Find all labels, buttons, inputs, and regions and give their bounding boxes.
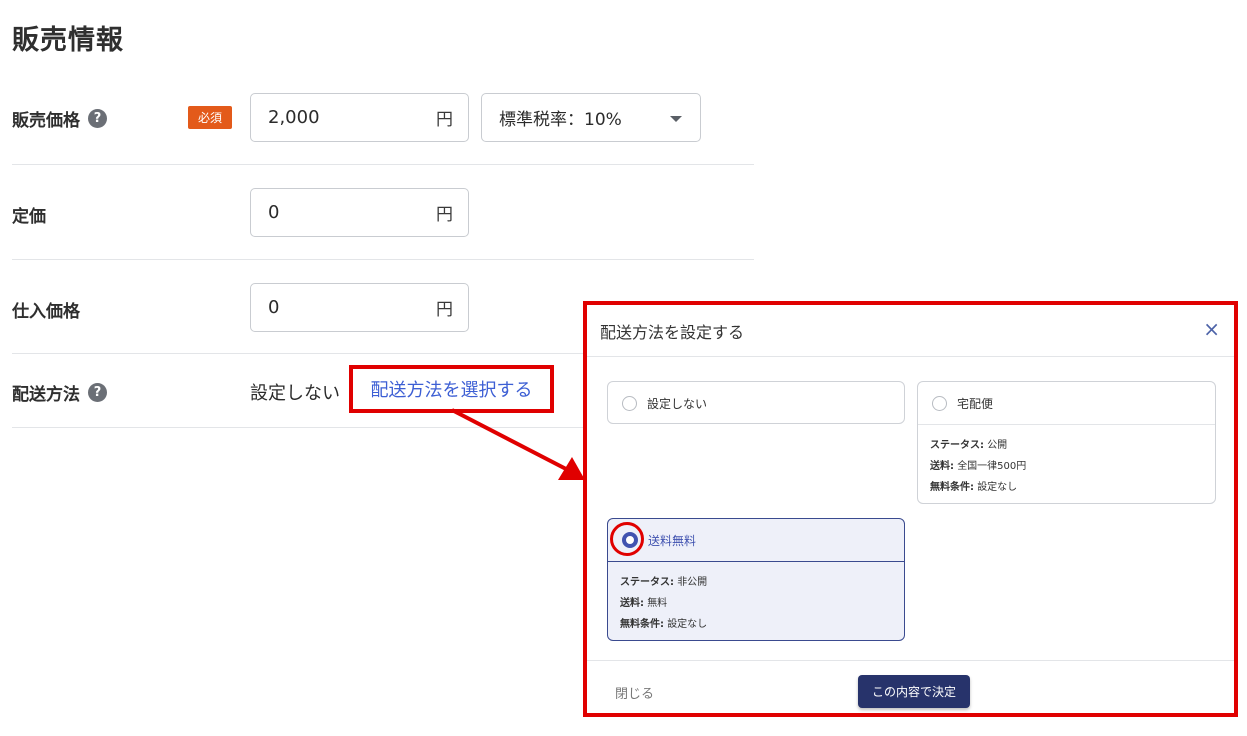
shipping-option-free[interactable]: 送料無料 ステータス: 非公開 送料: 無料 無料条件: 設定なし	[607, 518, 905, 641]
fee-value: 無料	[647, 598, 668, 609]
shipping-option-takuhaibin[interactable]: 宅配便 ステータス: 公開 送料: 全国一律500円 無料条件: 設定なし	[917, 381, 1216, 504]
sale-price-input[interactable]: 2,000 円	[250, 93, 469, 142]
option-head: 設定しない	[608, 382, 904, 424]
free-condition-label: 無料条件:	[930, 482, 974, 493]
shipping-label: 配送方法 ?	[12, 380, 107, 405]
free-condition-value: 設定なし	[667, 619, 708, 630]
option-fee: 送料: 無料	[620, 593, 892, 614]
section-title: 販売情報	[12, 25, 124, 56]
option-head: 送料無料	[608, 519, 904, 561]
shipping-modal-highlight: 配送方法を設定する × 設定しない 宅配便 ステータス: 公開 送料: 全国一律…	[583, 301, 1238, 717]
shipping-label-text: 配送方法	[12, 385, 80, 405]
fee-label: 送料:	[930, 461, 954, 472]
option-details: ステータス: 非公開 送料: 無料 無料条件: 設定なし	[608, 561, 904, 645]
option-free-condition: 無料条件: 設定なし	[930, 477, 1203, 498]
confirm-button[interactable]: この内容で決定	[858, 675, 970, 708]
shipping-option-none[interactable]: 設定しない	[607, 381, 905, 424]
radio-icon[interactable]	[622, 395, 637, 411]
tax-rate-value: 標準税率：10%	[499, 110, 622, 130]
option-fee: 送料: 全国一律500円	[930, 456, 1203, 477]
modal-header: 配送方法を設定する ×	[587, 305, 1234, 357]
fee-label: 送料:	[620, 598, 644, 609]
shipping-current-value: 設定しない	[250, 383, 340, 404]
status-value: 公開	[987, 440, 1008, 451]
option-free-condition: 無料条件: 設定なし	[620, 614, 892, 635]
option-head: 宅配便	[918, 382, 1215, 424]
modal-footer: 閉じる この内容で決定	[587, 660, 1234, 713]
annotation-arrow	[451, 408, 585, 480]
tax-rate-select[interactable]: 標準税率：10%	[481, 93, 701, 142]
list-price-input[interactable]: 0 円	[250, 188, 469, 237]
sale-price-label: 販売価格 ?	[12, 106, 107, 131]
status-label: ステータス:	[930, 440, 984, 451]
cost-price-value: 0	[268, 297, 280, 318]
list-price-value: 0	[268, 202, 280, 223]
option-label: 設定しない	[647, 396, 708, 411]
radio-highlight-circle	[610, 522, 644, 556]
option-status: ステータス: 非公開	[620, 572, 892, 593]
fee-value: 全国一律500円	[957, 461, 1027, 472]
divider	[12, 164, 754, 165]
option-details: ステータス: 公開 送料: 全国一律500円 無料条件: 設定なし	[918, 424, 1215, 508]
cost-price-unit: 円	[436, 300, 453, 320]
required-badge: 必須	[188, 106, 232, 129]
select-shipping-link[interactable]: 配送方法を選択する	[371, 376, 533, 402]
free-condition-value: 設定なし	[977, 482, 1018, 493]
cost-price-input[interactable]: 0 円	[250, 283, 469, 332]
chevron-down-icon	[670, 116, 682, 122]
status-value: 非公開	[677, 577, 708, 588]
free-condition-label: 無料条件:	[620, 619, 664, 630]
sale-price-unit: 円	[436, 110, 453, 130]
list-price-unit: 円	[436, 205, 453, 225]
option-label: 宅配便	[957, 396, 994, 411]
divider	[12, 259, 754, 260]
modal-title: 配送方法を設定する	[600, 323, 745, 342]
radio-icon[interactable]	[932, 395, 947, 411]
help-icon[interactable]: ?	[88, 109, 107, 128]
option-label: 送料無料	[648, 533, 697, 548]
status-label: ステータス:	[620, 577, 674, 588]
close-icon[interactable]: ×	[1203, 317, 1220, 341]
option-status: ステータス: 公開	[930, 435, 1203, 456]
close-button[interactable]: 閉じる	[615, 683, 654, 702]
sale-price-label-text: 販売価格	[12, 111, 80, 131]
cost-price-label: 仕入価格	[12, 297, 80, 322]
list-price-label-text: 定価	[12, 207, 46, 227]
cost-price-label-text: 仕入価格	[12, 302, 80, 322]
list-price-label: 定価	[12, 202, 46, 227]
sale-price-value: 2,000	[268, 107, 320, 128]
help-icon[interactable]: ?	[88, 383, 107, 402]
shipping-modal: 配送方法を設定する × 設定しない 宅配便 ステータス: 公開 送料: 全国一律…	[587, 305, 1234, 713]
